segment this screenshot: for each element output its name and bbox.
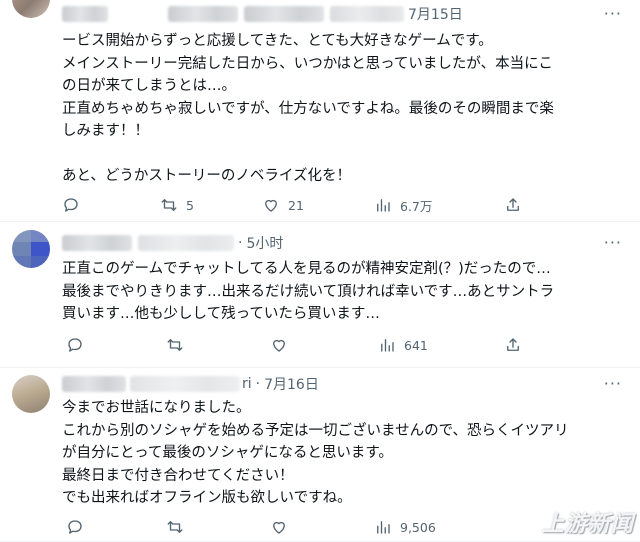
- avatar[interactable]: [12, 230, 50, 268]
- action-bar: 641: [62, 334, 532, 356]
- tweet-line: これから別のソシャゲを始める予定は一切ございませんので、恐らくイツアリ: [62, 422, 569, 439]
- like-icon: [273, 339, 285, 352]
- like-button[interactable]: [270, 336, 288, 354]
- tweet-line: [62, 143, 622, 166]
- retweet-icon: [167, 521, 183, 533]
- reply-icon: [68, 338, 82, 352]
- views-icon: [381, 339, 394, 352]
- avatar[interactable]: [12, 375, 50, 413]
- retweet-icon: [167, 339, 183, 351]
- more-icon[interactable]: ···: [604, 374, 622, 393]
- username-blurred: [62, 6, 108, 22]
- tweet-line: 最終日まで付き合わせてください！: [62, 467, 294, 484]
- views-icon: [377, 199, 390, 212]
- tweet-header: 7月15日: [62, 4, 463, 24]
- tweet-line: の日が来てしまうとは…。: [62, 78, 236, 94]
- handle-tail: ri: [242, 376, 252, 392]
- reply-button[interactable]: [66, 518, 84, 536]
- more-icon[interactable]: ···: [604, 4, 622, 23]
- reply-button[interactable]: [66, 336, 84, 354]
- retweet-button[interactable]: [166, 518, 184, 536]
- more-icon[interactable]: ···: [604, 233, 622, 252]
- reply-icon: [68, 520, 82, 534]
- handle-blurred: [130, 376, 240, 392]
- views-count: 9,506: [400, 519, 436, 535]
- retweet-button[interactable]: 5: [160, 196, 194, 214]
- action-bar: 9,506: [62, 516, 532, 538]
- reply-button[interactable]: [62, 196, 80, 214]
- tweet-text: 正直このゲームでチャットしてる人を見るのが精神安定剤(？)だったので… 最後まで…: [62, 258, 622, 326]
- tweet-line: 最後までやりきります…出来るだけ続いて頂ければ幸いです…あとサントラ: [62, 283, 555, 300]
- tweet-line: あと、どうかストーリーのノベライズ化を！: [62, 168, 351, 184]
- handle-blurred: [244, 6, 324, 22]
- share-icon: [507, 198, 519, 211]
- views-button[interactable]: 6.7万: [374, 196, 432, 215]
- like-button[interactable]: 21: [262, 196, 304, 214]
- tweet-line: でも出来ればオフライン版も欲しいですね。: [62, 490, 352, 506]
- tweet-line: 正直このゲームでチャットしてる人を見るのが精神安定剤(？)だったので…: [62, 261, 551, 277]
- tweet-date[interactable]: 7月16日: [264, 374, 319, 394]
- like-icon: [265, 199, 277, 212]
- views-count: 6.7万: [400, 198, 433, 214]
- handle-blurred: [138, 235, 234, 251]
- share-button[interactable]: [504, 196, 522, 214]
- share-icon: [507, 338, 519, 351]
- tweet-line: 買います…他も少しして残っていたら買います…: [62, 306, 380, 322]
- username-blurred: [62, 235, 132, 251]
- share-button[interactable]: [504, 336, 522, 354]
- tweet-text: ービス開始からずっと応援してきた、とても大好きなゲームです。 メインストーリー完…: [62, 30, 622, 188]
- like-button[interactable]: [270, 518, 288, 536]
- username-blurred: [62, 376, 126, 392]
- tweet-text: 今までお世話になりました。 これから別のソシャゲを始める予定は一切ございませんの…: [62, 397, 622, 510]
- tweet-header: · 5小时: [62, 233, 283, 253]
- reply-icon: [64, 198, 78, 212]
- retweet-icon: [161, 199, 177, 211]
- watermark: 上游新闻: [541, 512, 634, 537]
- like-count: 21: [288, 197, 304, 213]
- handle-blurred: [330, 6, 404, 22]
- tweet-line: しみます！！: [62, 123, 149, 139]
- retweet-button[interactable]: [166, 336, 184, 354]
- tweet-line: ービス開始からずっと応援してきた、とても大好きなゲームです。: [62, 33, 493, 49]
- tweet-line: メインストーリー完結した日から、いつかはと思っていましたが、本当にこ: [62, 55, 553, 72]
- tweet-date[interactable]: 7月15日: [408, 4, 463, 24]
- views-icon: [377, 521, 390, 534]
- tweet[interactable]: 7月15日 ··· ービス開始からずっと応援してきた、とても大好きなゲームです。…: [0, 0, 640, 222]
- tweet-line: 今までお世話になりました。: [62, 400, 251, 416]
- action-bar: 5 21 6.7万: [62, 194, 532, 216]
- retweet-count: 5: [186, 197, 194, 213]
- handle-blurred: [168, 6, 238, 22]
- avatar[interactable]: [12, 0, 50, 18]
- views-button[interactable]: 9,506: [374, 518, 436, 536]
- tweet-line: が自分にとって最後のソシャゲになると思います。: [62, 445, 393, 461]
- tweet-date[interactable]: 5小时: [246, 233, 283, 253]
- views-count: 641: [404, 337, 428, 353]
- tweet-line: 正直めちゃめちゃ寂しいですが、仕方ないですよね。最後のその瞬間まで楽: [62, 100, 554, 117]
- views-button[interactable]: 641: [378, 336, 428, 354]
- like-icon: [273, 521, 285, 534]
- tweet-header: ri · 7月16日: [62, 374, 319, 394]
